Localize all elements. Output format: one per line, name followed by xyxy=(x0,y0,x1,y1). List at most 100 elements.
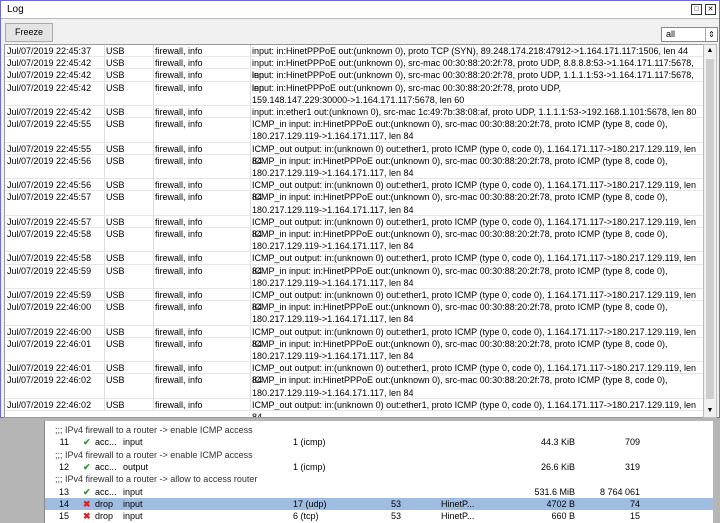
log-row[interactable]: Jul/07/2019 22:46:00 USB firewall, info ICM… xyxy=(5,325,704,349)
log-row[interactable]: Jul/07/2019 22:45:59 USB firewall, info ICM… xyxy=(5,289,704,312)
log-row[interactable]: Jul/07/2019 22:46:01 USB firewall, info ICM… xyxy=(5,362,704,385)
log-buffer: USB xyxy=(106,191,154,216)
rule-protocol: 1 (icmp) xyxy=(293,437,326,448)
rule-chain: input xyxy=(123,486,143,497)
log-topics: firewall, info xyxy=(155,301,251,326)
x-icon: ✖ xyxy=(83,498,91,509)
log-row[interactable]: Jul/07/2019 22:45:57 USB firewall, info ICM… xyxy=(5,215,704,239)
check-icon: ✔ xyxy=(83,486,91,497)
log-time: Jul/07/2019 22:46:02 xyxy=(7,398,105,411)
scroll-thumb[interactable] xyxy=(706,59,714,399)
log-time: Jul/07/2019 22:45:42 xyxy=(7,106,105,119)
comment-text: ;;; IPv4 firewall to a router -> enable … xyxy=(55,449,253,460)
close-icon[interactable]: ✕ xyxy=(705,4,716,15)
rule-bytes: 44.3 KiB xyxy=(540,437,575,448)
log-buffer: USB xyxy=(106,252,154,265)
rule-comment[interactable]: ;;; IPv4 firewall to a router -> enable … xyxy=(45,449,713,461)
log-row[interactable]: Jul/07/2019 22:45:42 USB firewall, info inp… xyxy=(5,69,704,93)
log-row[interactable]: Jul/07/2019 22:45:42 USB firewall, info inp… xyxy=(5,81,704,107)
log-row[interactable]: Jul/07/2019 22:45:42 USB firewall, info inp… xyxy=(5,57,704,81)
log-row[interactable]: Jul/07/2019 22:45:59 USB firewall, info ICM… xyxy=(5,264,704,290)
rule-port: 53 xyxy=(391,498,402,509)
log-buffer: USB xyxy=(106,325,154,338)
scroll-up-icon[interactable]: ▲ xyxy=(704,45,716,57)
log-topics: firewall, info xyxy=(155,57,251,70)
log-message: input: in:ether1 out:(unknown 0), src-ma… xyxy=(252,107,697,117)
vertical-scrollbar[interactable]: ▲ ▼ xyxy=(703,44,717,418)
log-window: Log □ ✕ Freeze all ⇕ Jul/07/2019 22:45:3… xyxy=(0,0,720,418)
scroll-down-icon[interactable]: ▼ xyxy=(704,405,716,417)
rule-packets: 319 xyxy=(624,461,640,472)
log-row[interactable]: Jul/07/2019 22:45:58 USB firewall, info ICM… xyxy=(5,228,704,253)
log-time: Jul/07/2019 22:45:58 xyxy=(7,252,105,265)
log-row[interactable]: Jul/07/2019 22:45:56 USB firewall, info ICM… xyxy=(5,179,704,202)
rule-number: 15 xyxy=(58,511,69,522)
chevron-down-icon[interactable]: ⇕ xyxy=(705,28,717,41)
log-row[interactable]: Jul/07/2019 22:45:42 USB firewall, info inp… xyxy=(5,106,704,119)
log-topics: firewall, info xyxy=(155,191,251,216)
rule-bytes: 26.6 KiB xyxy=(540,461,575,472)
title-bar[interactable]: Log □ ✕ xyxy=(1,1,719,19)
rule-bytes: 531.6 MiB xyxy=(534,486,575,497)
log-topics: firewall, info xyxy=(155,337,251,363)
log-message: ICMP_in input: in:HinetPPPoE out:(unknow… xyxy=(252,302,668,325)
rule-chain: input xyxy=(123,511,143,522)
rule-action: drop xyxy=(95,498,114,509)
log-row[interactable]: Jul/07/2019 22:45:57 USB firewall, info ICM… xyxy=(5,191,704,217)
log-message: ICMP_out output: in:(unknown 0) out:ethe… xyxy=(252,216,697,239)
rule-protocol: 6 (tcp) xyxy=(293,511,319,522)
log-buffer: USB xyxy=(106,81,154,106)
log-time: Jul/07/2019 22:45:55 xyxy=(7,142,105,155)
rule-comment[interactable]: ;;; IPv4 firewall to a router -> enable … xyxy=(45,424,713,436)
log-buffer: USB xyxy=(106,301,154,326)
log-list[interactable]: Jul/07/2019 22:45:37 USB firewall, info inp… xyxy=(4,44,705,418)
log-topics: firewall, info xyxy=(155,142,251,155)
log-time: Jul/07/2019 22:45:42 xyxy=(7,81,105,106)
rule-protocol: 1 (icmp) xyxy=(293,461,326,472)
log-row[interactable]: Jul/07/2019 22:46:01 USB firewall, info ICM… xyxy=(5,337,704,363)
rule-protocol: 17 (udp) xyxy=(293,498,327,509)
log-time: Jul/07/2019 22:45:57 xyxy=(7,215,105,228)
log-row[interactable]: Jul/07/2019 22:46:02 USB firewall, info ICM… xyxy=(5,374,704,400)
rule-comment[interactable]: ;;; IPv4 firewall to a router -> allow t… xyxy=(45,473,713,485)
log-topics: firewall, info xyxy=(155,374,251,399)
log-buffer: USB xyxy=(106,179,154,192)
firewall-rule-row[interactable]: 15 ✖ drop input 6 (tcp) 53 HinetP... 660 B 15 xyxy=(45,510,713,522)
log-time: Jul/07/2019 22:46:00 xyxy=(7,301,105,326)
log-message: input: in:HinetPPPoE out:(unknown 0), sr… xyxy=(252,58,694,81)
firewall-rule-row[interactable]: 14 ✖ drop input 17 (udp) 53 HinetP... 4702 B 74 xyxy=(45,497,713,510)
log-buffer: USB xyxy=(106,289,154,302)
log-buffer: USB xyxy=(106,57,154,70)
firewall-rule-row[interactable]: 12 ✔ acc... output 1 (icmp) 26.6 KiB 319 xyxy=(45,461,713,473)
log-row[interactable]: Jul/07/2019 22:45:55 USB firewall, info ICM… xyxy=(5,118,704,143)
log-row[interactable]: Jul/07/2019 22:45:58 USB firewall, info ICM… xyxy=(5,252,704,276)
log-time: Jul/07/2019 22:45:55 xyxy=(7,118,105,143)
log-row[interactable]: Jul/07/2019 22:46:02 USB firewall, info ICM… xyxy=(5,398,704,417)
log-message: ICMP_out output: in:(unknown 0) out:ethe… xyxy=(252,253,697,276)
log-buffer: USB xyxy=(106,337,154,363)
log-message: input: in:HinetPPPoE out:(unknown 0), pr… xyxy=(252,46,689,56)
filter-select[interactable]: all ⇕ xyxy=(661,27,718,42)
log-message: ICMP_in input: in:HinetPPPoE out:(unknow… xyxy=(252,338,668,361)
log-topics: firewall, info xyxy=(155,264,251,289)
freeze-button[interactable]: Freeze xyxy=(5,23,53,42)
log-topics: firewall, info xyxy=(155,106,251,119)
restore-icon[interactable]: □ xyxy=(691,4,702,15)
firewall-rule-row[interactable]: 11 ✔ acc... input 1 (icmp) 44.3 KiB 709 xyxy=(45,436,713,448)
rule-packets: 15 xyxy=(629,511,640,522)
log-message: ICMP_in input: in:HinetPPPoE out:(unknow… xyxy=(252,192,668,215)
log-buffer: USB xyxy=(106,142,154,155)
log-topics: firewall, info xyxy=(155,228,251,253)
toolbar: Freeze all ⇕ xyxy=(1,19,719,44)
log-buffer: USB xyxy=(106,362,154,375)
log-row[interactable]: Jul/07/2019 22:45:37 USB firewall, info inp… xyxy=(5,45,704,58)
firewall-rule-row[interactable]: 13 ✔ acc... input 531.6 MiB 8 764 061 xyxy=(45,486,713,498)
firewall-rules-table: ;;; IPv4 firewall to a router -> enable … xyxy=(44,421,713,523)
log-row[interactable]: Jul/07/2019 22:45:55 USB firewall, info ICM… xyxy=(5,142,704,166)
log-message: input: in:HinetPPPoE out:(unknown 0), sr… xyxy=(252,70,694,93)
log-time: Jul/07/2019 22:46:01 xyxy=(7,362,105,375)
log-row[interactable]: Jul/07/2019 22:45:56 USB firewall, info ICM… xyxy=(5,154,704,180)
log-row[interactable]: Jul/07/2019 22:46:00 USB firewall, info ICM… xyxy=(5,301,704,326)
log-message: ICMP_in input: in:HinetPPPoE out:(unknow… xyxy=(252,265,668,288)
log-time: Jul/07/2019 22:45:59 xyxy=(7,289,105,302)
